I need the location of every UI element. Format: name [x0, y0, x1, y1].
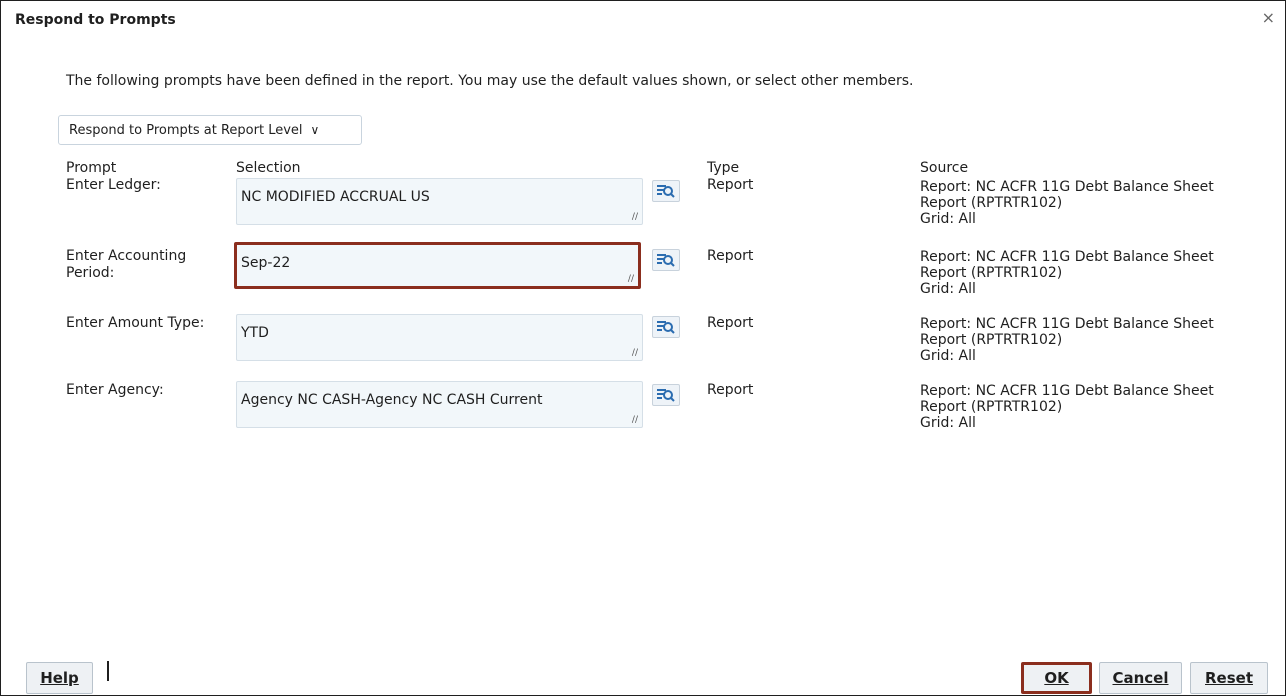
- type-ledger: Report: [707, 177, 754, 193]
- ledger-lookup-icon[interactable]: [652, 180, 680, 202]
- close-icon[interactable]: ×: [1262, 10, 1275, 26]
- accounting-period-field[interactable]: Sep-22 ∕∕: [234, 242, 641, 289]
- header-selection: Selection: [236, 160, 301, 176]
- source-line: Report: NC ACFR 11G Debt Balance Sheet: [920, 383, 1214, 399]
- source-line: Grid: All: [920, 415, 976, 431]
- prompt-label-agency: Enter Agency:: [66, 382, 164, 398]
- accounting-period-field-value: Sep-22: [241, 255, 291, 271]
- source-line: Report: NC ACFR 11G Debt Balance Sheet: [920, 249, 1214, 265]
- source-line: Report: NC ACFR 11G Debt Balance Sheet: [920, 179, 1214, 195]
- type-accounting-period: Report: [707, 248, 754, 264]
- help-button[interactable]: Help: [26, 662, 93, 694]
- amount-type-field[interactable]: YTD ∕∕: [236, 314, 643, 361]
- chevron-down-icon: ∨: [310, 123, 320, 137]
- cancel-button-label: Cancel: [1112, 669, 1169, 687]
- respond-to-prompts-dialog: Respond to Prompts × The following promp…: [0, 0, 1286, 696]
- resize-grip-icon[interactable]: ∕∕: [632, 415, 638, 425]
- resize-grip-icon[interactable]: ∕∕: [628, 274, 634, 284]
- type-agency: Report: [707, 382, 754, 398]
- resize-grip-icon[interactable]: ∕∕: [632, 348, 638, 358]
- source-agency: Report: NC ACFR 11G Debt Balance Sheet R…: [920, 383, 1214, 431]
- prompt-label-amount-type: Enter Amount Type:: [66, 315, 205, 331]
- header-prompt: Prompt: [66, 160, 117, 176]
- source-amount-type: Report: NC ACFR 11G Debt Balance Sheet R…: [920, 316, 1214, 364]
- prompt-label-accounting-period: Enter Accounting Period:: [66, 248, 187, 281]
- source-ledger: Report: NC ACFR 11G Debt Balance Sheet R…: [920, 179, 1214, 227]
- header-type: Type: [707, 160, 740, 176]
- source-accounting-period: Report: NC ACFR 11G Debt Balance Sheet R…: [920, 249, 1214, 297]
- type-amount-type: Report: [707, 315, 754, 331]
- reset-button[interactable]: Reset: [1190, 662, 1268, 694]
- ledger-field[interactable]: NC MODIFIED ACCRUAL US ∕∕: [236, 178, 643, 225]
- amount-type-field-value: YTD: [241, 325, 269, 341]
- help-button-label: Help: [40, 669, 79, 687]
- ledger-field-value: NC MODIFIED ACCRUAL US: [241, 189, 430, 205]
- ok-button-label: OK: [1044, 669, 1069, 687]
- source-line: Report (RPTRTR102): [920, 399, 1063, 415]
- text-cursor: [107, 661, 109, 681]
- header-source: Source: [920, 160, 969, 176]
- agency-lookup-icon[interactable]: [652, 384, 680, 406]
- intro-text: The following prompts have been defined …: [66, 73, 914, 89]
- cancel-button[interactable]: Cancel: [1099, 662, 1182, 694]
- source-line: Report (RPTRTR102): [920, 265, 1063, 281]
- prompt-level-value: Respond to Prompts at Report Level: [69, 122, 303, 138]
- prompt-level-select[interactable]: Respond to Prompts at Report Level ∨: [58, 115, 362, 145]
- source-line: Grid: All: [920, 281, 976, 297]
- accounting-period-lookup-icon[interactable]: [652, 249, 680, 271]
- reset-button-label: Reset: [1205, 669, 1253, 687]
- source-line: Report (RPTRTR102): [920, 195, 1063, 211]
- source-line: Report (RPTRTR102): [920, 332, 1063, 348]
- agency-field[interactable]: Agency NC CASH-Agency NC CASH Current ∕∕: [236, 381, 643, 428]
- amount-type-lookup-icon[interactable]: [652, 316, 680, 338]
- resize-grip-icon[interactable]: ∕∕: [632, 212, 638, 222]
- dialog-title: Respond to Prompts: [15, 12, 176, 28]
- prompt-label-ledger: Enter Ledger:: [66, 177, 161, 193]
- agency-field-value: Agency NC CASH-Agency NC CASH Current: [241, 392, 543, 408]
- ok-button[interactable]: OK: [1021, 662, 1092, 694]
- source-line: Grid: All: [920, 348, 976, 364]
- source-line: Grid: All: [920, 211, 976, 227]
- source-line: Report: NC ACFR 11G Debt Balance Sheet: [920, 316, 1214, 332]
